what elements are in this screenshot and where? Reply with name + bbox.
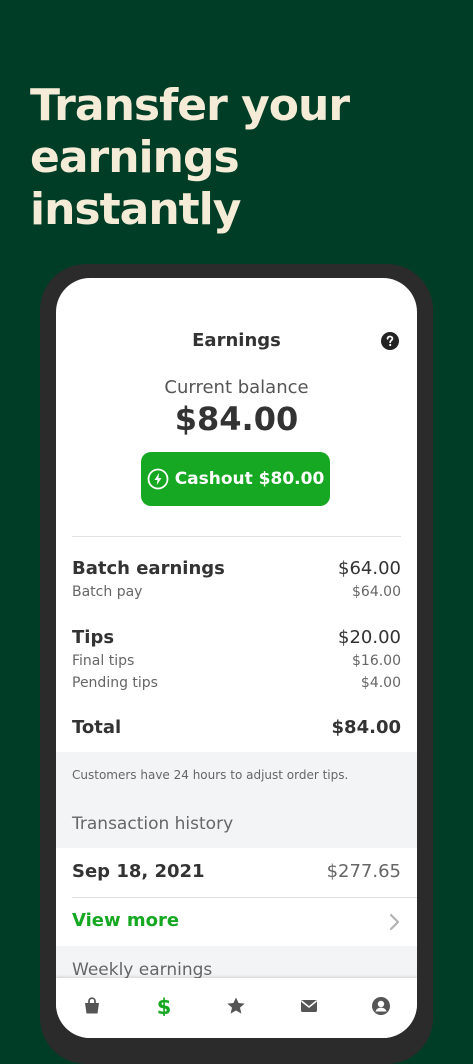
pending-tips-row: Pending tips $4.00 <box>72 675 401 691</box>
batch-earnings-value: $64.00 <box>338 558 401 579</box>
batch-earnings-row: Batch earnings $64.00 <box>72 558 401 579</box>
total-row: Total $84.00 <box>72 717 401 738</box>
tips-note: Customers have 24 hours to adjust order … <box>72 768 349 782</box>
tips-row: Tips $20.00 <box>72 627 401 648</box>
batch-earnings-label: Batch earnings <box>72 558 225 579</box>
transaction-date: Sep 18, 2021 <box>72 861 205 882</box>
headline: Transfer your earnings instantly <box>30 80 350 235</box>
mail-icon <box>300 1000 317 1012</box>
batch-pay-label: Batch pay <box>72 584 143 600</box>
view-more-row[interactable]: View more <box>56 898 417 946</box>
screen-title: Earnings <box>192 330 281 351</box>
transaction-amount: $277.65 <box>326 861 401 882</box>
pending-tips-value: $4.00 <box>360 675 401 691</box>
profile-icon <box>371 997 390 1015</box>
weekly-earnings-header: Weekly earnings <box>72 960 213 980</box>
tab-messages[interactable] <box>289 994 329 1018</box>
transaction-history-header: Transaction history <box>72 814 234 834</box>
tab-orders[interactable] <box>72 994 112 1018</box>
star-icon <box>227 997 246 1014</box>
final-tips-row: Final tips $16.00 <box>72 653 401 669</box>
phone-frame: Earnings Current balance $84.00 Cashout … <box>40 264 433 1064</box>
tips-value: $20.00 <box>338 627 401 648</box>
view-more-link[interactable]: View more <box>72 910 179 931</box>
balance-amount: $84.00 <box>174 400 299 438</box>
batch-pay-value: $64.00 <box>352 584 401 600</box>
bottom-tab-bar: $ <box>56 978 417 1038</box>
lightning-icon <box>147 468 169 490</box>
svg-text:$: $ <box>157 996 172 1016</box>
cashout-button[interactable]: Cashout $80.00 <box>141 452 330 506</box>
cashout-label: Cashout $80.00 <box>174 469 325 489</box>
tab-account[interactable] <box>361 994 401 1018</box>
balance-label: Current balance <box>164 377 309 398</box>
final-tips-label: Final tips <box>72 653 135 669</box>
batch-pay-row: Batch pay $64.00 <box>72 584 401 600</box>
transaction-row[interactable]: Sep 18, 2021 $277.65 <box>56 848 417 896</box>
total-value: $84.00 <box>331 717 401 738</box>
tab-ratings[interactable] <box>216 994 256 1018</box>
pending-tips-label: Pending tips <box>72 675 158 691</box>
divider <box>72 536 401 537</box>
tips-label: Tips <box>72 627 115 648</box>
bag-icon <box>85 997 100 1014</box>
chevron-right-icon <box>389 913 400 931</box>
total-label: Total <box>72 717 122 738</box>
tab-earnings[interactable]: $ <box>144 994 184 1018</box>
final-tips-value: $16.00 <box>352 653 401 669</box>
dollar-icon: $ <box>157 996 172 1016</box>
earnings-screen: Earnings Current balance $84.00 Cashout … <box>56 278 417 1038</box>
help-icon[interactable] <box>381 332 399 350</box>
